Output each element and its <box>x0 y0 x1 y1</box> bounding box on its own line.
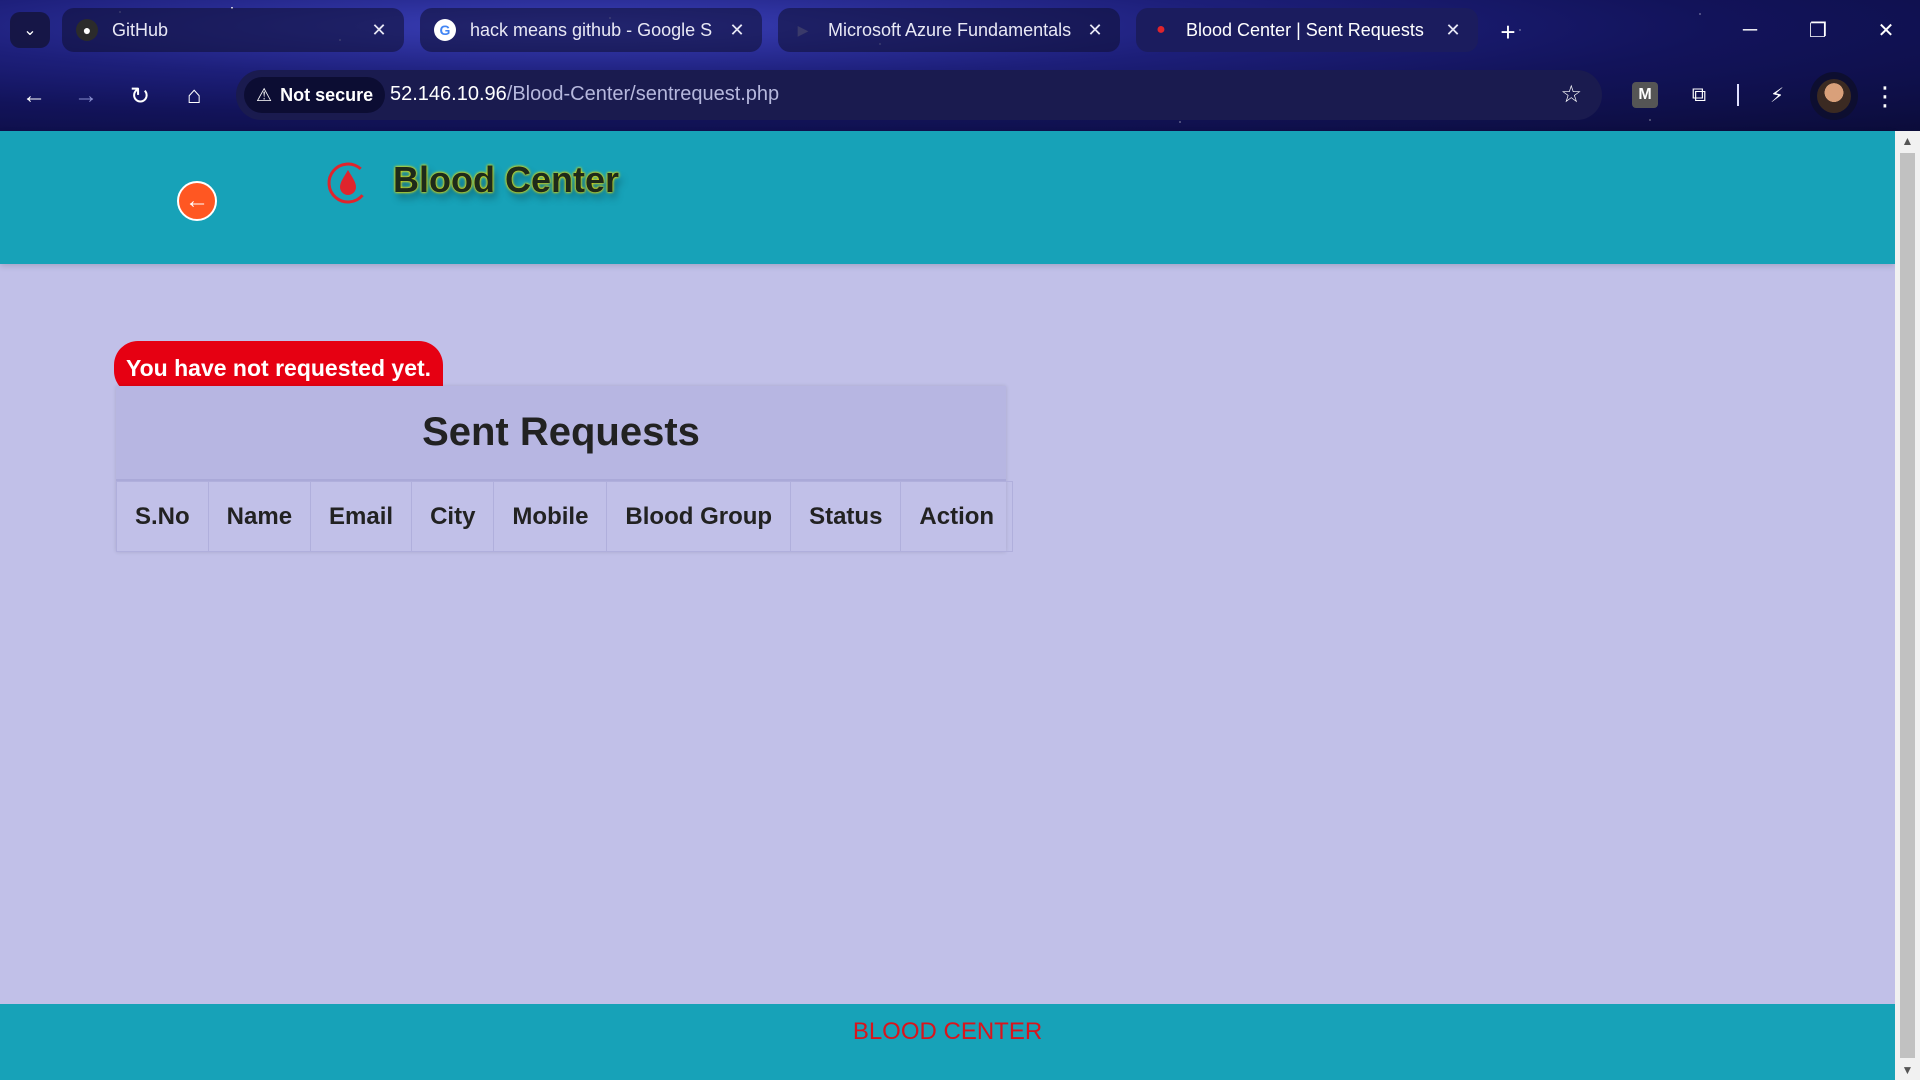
back-arrow-button[interactable]: ← <box>177 181 217 221</box>
github-icon: ● <box>76 19 98 41</box>
tab-blood-center[interactable]: ● Blood Center | Sent Requests ✕ <box>1136 8 1478 52</box>
blood-drop-logo-icon <box>327 162 369 204</box>
browser-toolbar: ← → ↻ ⌂ ⚠ Not secure 52.146.10.96/Blood-… <box>0 60 1920 131</box>
column-header-city: City <box>411 481 495 552</box>
footer-text: BLOOD CENTER <box>852 1018 1043 1045</box>
google-icon: G <box>434 19 456 41</box>
minimize-icon: ─ <box>1742 18 1758 41</box>
column-header-sno: S.No <box>116 481 209 552</box>
back-nav-button[interactable]: ← <box>14 76 54 116</box>
site-brand-title: Blood Center <box>393 159 620 200</box>
url-path: /Blood-Center/sentrequest.php <box>506 83 780 105</box>
home-button[interactable]: ⌂ <box>174 76 214 116</box>
performance-icon[interactable]: ⚡ <box>1760 78 1794 112</box>
sent-requests-card: Sent Requests S.No Name Email City Mobil… <box>116 386 1014 552</box>
site-header: ← Blood Center <box>0 131 1895 264</box>
bookmark-star-icon[interactable]: ☆ <box>1560 80 1582 109</box>
address-bar[interactable]: ⚠ Not secure 52.146.10.96/Blood-Center/s… <box>236 70 1602 120</box>
more-vertical-icon: ⋮ <box>1872 80 1898 111</box>
plus-icon: + <box>1500 16 1516 47</box>
profile-avatar[interactable] <box>1810 72 1858 120</box>
scrollbar-thumb[interactable] <box>1900 153 1915 1058</box>
chevron-down-icon: ⌄ <box>23 22 37 39</box>
url-text[interactable]: 52.146.10.96/Blood-Center/sentrequest.ph… <box>390 83 779 106</box>
column-header-status: Status <box>790 481 902 552</box>
table-header-row: S.No Name Email City Mobile Blood Group … <box>116 481 1014 552</box>
site-footer: BLOOD CENTER <box>0 1004 1895 1080</box>
column-header-mobile: Mobile <box>493 481 608 552</box>
avatar-image <box>1817 79 1851 113</box>
m-extension-icon[interactable]: M <box>1632 82 1658 108</box>
warning-icon: ⚠ <box>256 84 273 105</box>
tab-strip: ⌄ ● GitHub ✕ G hack means github - Googl… <box>0 0 1920 60</box>
arrow-left-icon: ← <box>22 82 46 109</box>
column-header-blood-group: Blood Group <box>606 481 792 552</box>
restore-icon: ❐ <box>1809 19 1827 42</box>
column-header-email: Email <box>310 481 413 552</box>
close-window-button[interactable]: ✕ <box>1852 0 1920 60</box>
close-icon: ✕ <box>1877 19 1895 42</box>
site-info-button[interactable]: ⚠ Not secure <box>244 77 386 113</box>
page-viewport: ← Blood Center You have not requested ye… <box>0 131 1895 1080</box>
page-scrollbar[interactable]: ▲ ▼ <box>1895 131 1920 1080</box>
restore-button[interactable]: ❐ <box>1784 0 1852 60</box>
sent-requests-title: Sent Requests <box>116 386 1006 481</box>
minimize-button[interactable]: ─ <box>1716 0 1784 60</box>
column-header-action: Action <box>900 481 1014 552</box>
tab-title: GitHub <box>112 19 169 40</box>
scroll-down-arrow-icon[interactable]: ▼ <box>1895 1060 1920 1080</box>
tab-search-button[interactable]: ⌄ <box>10 12 50 48</box>
reload-button[interactable]: ↻ <box>120 76 160 116</box>
url-host: 52.146.10.96 <box>390 83 507 105</box>
tab-title: hack means github - Google S <box>470 19 713 40</box>
tab-github[interactable]: ● GitHub ✕ <box>62 8 404 52</box>
tab-title: Blood Center | Sent Requests <box>1186 19 1424 40</box>
home-icon: ⌂ <box>186 82 202 109</box>
scroll-up-arrow-icon[interactable]: ▲ <box>1895 131 1920 151</box>
browser-chrome: ⌄ ● GitHub ✕ G hack means github - Googl… <box>0 0 1920 131</box>
security-label: Not secure <box>280 84 374 105</box>
close-tab-icon[interactable]: ✕ <box>1084 20 1106 41</box>
forward-nav-button[interactable]: → <box>66 76 106 116</box>
extensions-puzzle-icon[interactable]: ⧉ <box>1682 78 1716 112</box>
azure-video-icon: ▶ <box>797 21 809 38</box>
arrow-right-icon: → <box>74 82 98 109</box>
sent-requests-table: S.No Name Email City Mobile Blood Group … <box>116 481 1014 552</box>
blood-drop-icon: ● <box>1156 21 1166 38</box>
browser-menu-button[interactable]: ⋮ <box>1870 76 1900 116</box>
column-header-name: Name <box>207 481 312 552</box>
arrow-left-icon: ← <box>185 187 209 214</box>
new-tab-button[interactable]: + <box>1490 14 1526 50</box>
tab-azure[interactable]: ▶ Microsoft Azure Fundamentals ✕ <box>778 8 1120 52</box>
reload-icon: ↻ <box>129 82 151 110</box>
toolbar-divider <box>1737 84 1739 106</box>
close-tab-icon[interactable]: ✕ <box>1442 20 1464 41</box>
tab-title: Microsoft Azure Fundamentals <box>828 19 1072 40</box>
close-tab-icon[interactable]: ✕ <box>368 20 390 41</box>
close-tab-icon[interactable]: ✕ <box>726 20 748 41</box>
tab-google-search[interactable]: G hack means github - Google S ✕ <box>420 8 762 52</box>
